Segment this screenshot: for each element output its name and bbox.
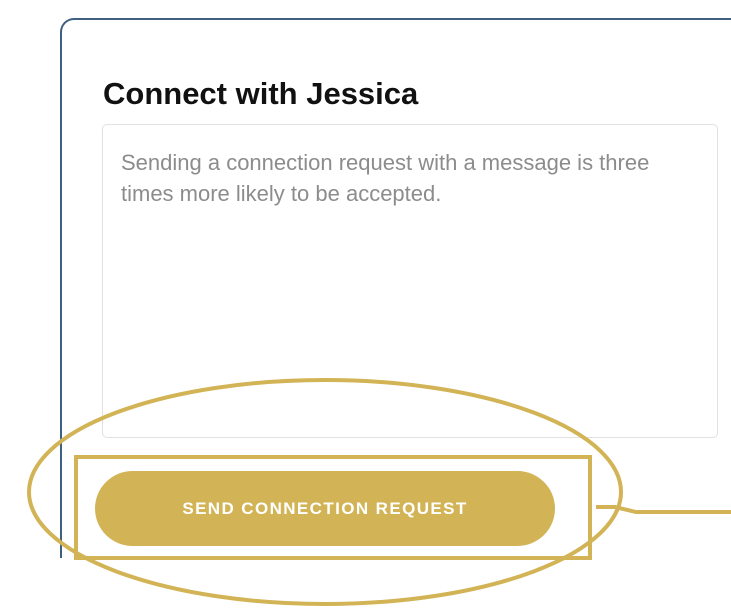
connection-message-input[interactable] [102, 124, 718, 438]
screenshot-stage: Connect with Jessica SEND CONNECTION REQ… [0, 0, 731, 608]
dialog-title: Connect with Jessica [103, 76, 419, 111]
send-connection-request-button[interactable]: SEND CONNECTION REQUEST [95, 471, 555, 546]
